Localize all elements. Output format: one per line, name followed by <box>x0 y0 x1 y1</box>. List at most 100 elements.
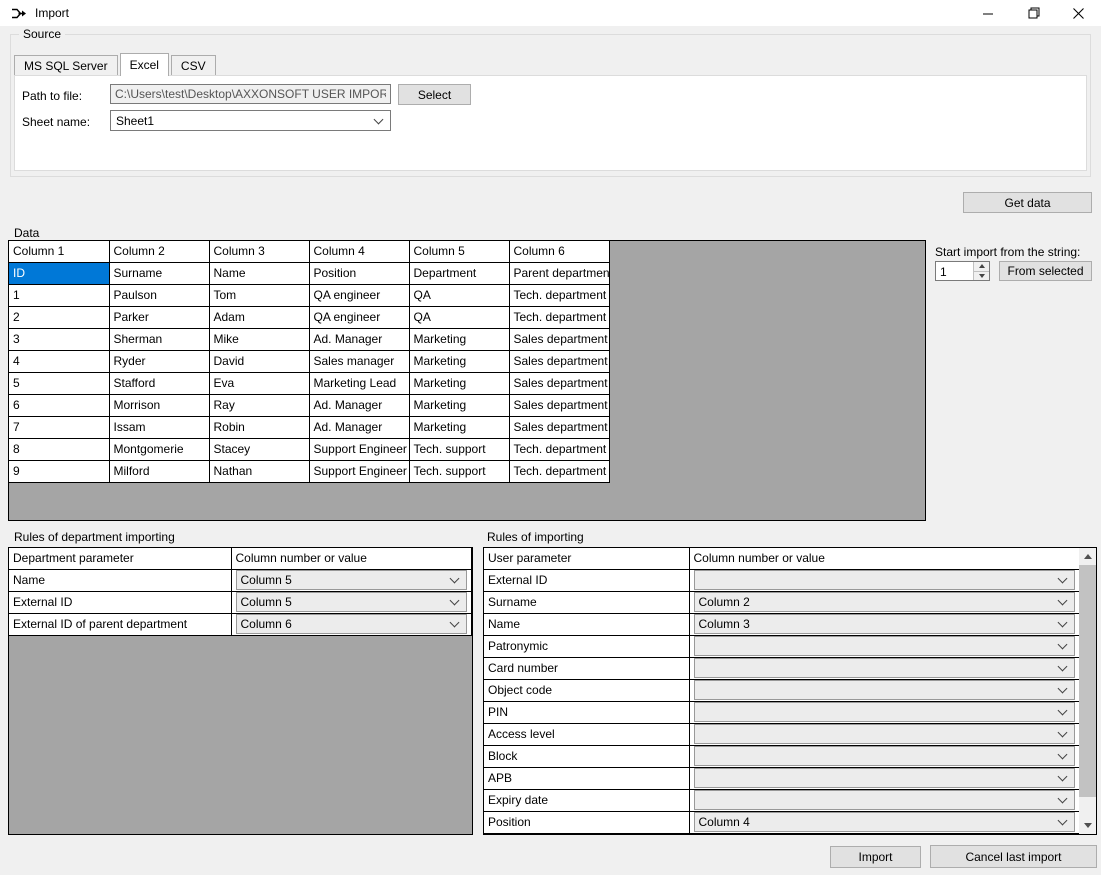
rule-value-dropdown[interactable] <box>694 570 1076 590</box>
rule-value-dropdown[interactable] <box>694 636 1076 656</box>
grid-cell[interactable]: Ad. Manager <box>309 394 409 416</box>
grid-cell[interactable]: 5 <box>9 372 109 394</box>
grid-cell[interactable]: Adam <box>209 306 309 328</box>
grid-cell[interactable]: Tech. department <box>509 284 609 306</box>
rule-value-dropdown[interactable]: Column 2 <box>694 592 1076 612</box>
cancel-last-import-button[interactable]: Cancel last import <box>930 845 1097 868</box>
grid-column-header[interactable]: Column 3 <box>209 241 309 262</box>
grid-cell[interactable]: Sales department <box>509 416 609 438</box>
close-button[interactable] <box>1056 0 1101 26</box>
grid-cell[interactable]: 7 <box>9 416 109 438</box>
grid-cell[interactable]: Issam <box>109 416 209 438</box>
grid-cell[interactable]: Tom <box>209 284 309 306</box>
scroll-thumb[interactable] <box>1079 565 1096 797</box>
grid-cell[interactable]: Eva <box>209 372 309 394</box>
start-row-input[interactable] <box>936 262 973 280</box>
rule-value-dropdown[interactable]: Column 3 <box>694 614 1076 634</box>
grid-cell[interactable]: Tech. department <box>509 460 609 482</box>
grid-cell[interactable]: QA engineer <box>309 306 409 328</box>
grid-cell[interactable]: Department <box>409 262 509 284</box>
scroll-up-button[interactable] <box>1079 548 1096 565</box>
spinner-down-button[interactable] <box>974 271 989 281</box>
grid-cell[interactable]: 2 <box>9 306 109 328</box>
rule-value-dropdown[interactable]: Column 5 <box>236 592 468 612</box>
maximize-button[interactable] <box>1011 0 1056 26</box>
grid-cell[interactable]: Paulson <box>109 284 209 306</box>
grid-cell[interactable]: Parker <box>109 306 209 328</box>
grid-cell[interactable]: Robin <box>209 416 309 438</box>
grid-column-header[interactable]: Column 2 <box>109 241 209 262</box>
grid-cell[interactable]: 9 <box>9 460 109 482</box>
grid-cell[interactable]: 6 <box>9 394 109 416</box>
minimize-button[interactable] <box>966 0 1011 26</box>
grid-cell[interactable]: Ad. Manager <box>309 416 409 438</box>
rule-value-dropdown[interactable] <box>694 658 1076 678</box>
scroll-down-button[interactable] <box>1079 817 1096 834</box>
grid-cell[interactable]: Sales department <box>509 350 609 372</box>
scrollbar[interactable] <box>1079 548 1096 834</box>
grid-cell[interactable]: Marketing Lead <box>309 372 409 394</box>
grid-cell[interactable]: 4 <box>9 350 109 372</box>
grid-cell[interactable]: Ryder <box>109 350 209 372</box>
grid-cell[interactable]: David <box>209 350 309 372</box>
rule-value-dropdown[interactable] <box>694 680 1076 700</box>
grid-cell[interactable]: Position <box>309 262 409 284</box>
grid-cell[interactable]: Surname <box>109 262 209 284</box>
import-button[interactable]: Import <box>830 846 921 868</box>
grid-cell[interactable]: Sales manager <box>309 350 409 372</box>
grid-cell[interactable]: Sales department <box>509 394 609 416</box>
start-row-spinner[interactable] <box>935 261 990 281</box>
grid-cell[interactable]: Parent department <box>509 262 609 284</box>
rule-value-dropdown[interactable] <box>694 768 1076 788</box>
sheet-name-dropdown[interactable]: Sheet1 <box>110 110 391 131</box>
tab-ms-sql-server[interactable]: MS SQL Server <box>14 55 118 75</box>
grid-cell[interactable]: Tech. support <box>409 460 509 482</box>
rule-value-dropdown[interactable]: Column 6 <box>236 614 468 634</box>
grid-cell[interactable]: Marketing <box>409 372 509 394</box>
grid-cell[interactable]: Nathan <box>209 460 309 482</box>
grid-cell[interactable]: ID <box>9 262 109 284</box>
grid-cell[interactable]: Ad. Manager <box>309 328 409 350</box>
grid-cell[interactable]: 1 <box>9 284 109 306</box>
grid-column-header[interactable]: Column 6 <box>509 241 609 262</box>
rule-value-dropdown[interactable] <box>694 702 1076 722</box>
grid-cell[interactable]: 3 <box>9 328 109 350</box>
grid-cell[interactable]: Marketing <box>409 328 509 350</box>
get-data-button[interactable]: Get data <box>963 192 1092 213</box>
grid-cell[interactable]: 8 <box>9 438 109 460</box>
grid-cell[interactable]: Morrison <box>109 394 209 416</box>
tab-csv[interactable]: CSV <box>171 55 216 75</box>
grid-column-header[interactable]: Column 5 <box>409 241 509 262</box>
path-to-file-input[interactable] <box>110 84 391 104</box>
grid-cell[interactable]: Support Engineer <box>309 438 409 460</box>
from-selected-button[interactable]: From selected <box>999 261 1092 281</box>
select-file-button[interactable]: Select <box>398 84 471 105</box>
grid-cell[interactable]: QA engineer <box>309 284 409 306</box>
tab-excel[interactable]: Excel <box>120 53 169 76</box>
rule-value-dropdown[interactable] <box>694 746 1076 766</box>
spinner-up-button[interactable] <box>974 262 989 271</box>
grid-cell[interactable]: Sales department <box>509 328 609 350</box>
grid-cell[interactable]: Montgomerie <box>109 438 209 460</box>
grid-column-header[interactable]: Column 4 <box>309 241 409 262</box>
rule-value-dropdown[interactable]: Column 5 <box>236 570 468 590</box>
rule-value-dropdown[interactable] <box>694 724 1076 744</box>
grid-cell[interactable]: Tech. department <box>509 306 609 328</box>
grid-cell[interactable]: Tech. department <box>509 438 609 460</box>
grid-cell[interactable]: QA <box>409 306 509 328</box>
rule-value-dropdown[interactable] <box>694 790 1076 810</box>
grid-cell[interactable]: Stacey <box>209 438 309 460</box>
grid-column-header[interactable]: Column 1 <box>9 241 109 262</box>
grid-cell[interactable]: Ray <box>209 394 309 416</box>
grid-cell[interactable]: Sherman <box>109 328 209 350</box>
grid-cell[interactable]: Marketing <box>409 394 509 416</box>
grid-cell[interactable]: QA <box>409 284 509 306</box>
grid-cell[interactable]: Stafford <box>109 372 209 394</box>
grid-cell[interactable]: Sales department <box>509 372 609 394</box>
grid-cell[interactable]: Support Engineer <box>309 460 409 482</box>
rule-value-dropdown[interactable]: Column 4 <box>694 812 1076 832</box>
grid-cell[interactable]: Name <box>209 262 309 284</box>
grid-cell[interactable]: Tech. support <box>409 438 509 460</box>
grid-cell[interactable]: Milford <box>109 460 209 482</box>
grid-cell[interactable]: Marketing <box>409 350 509 372</box>
